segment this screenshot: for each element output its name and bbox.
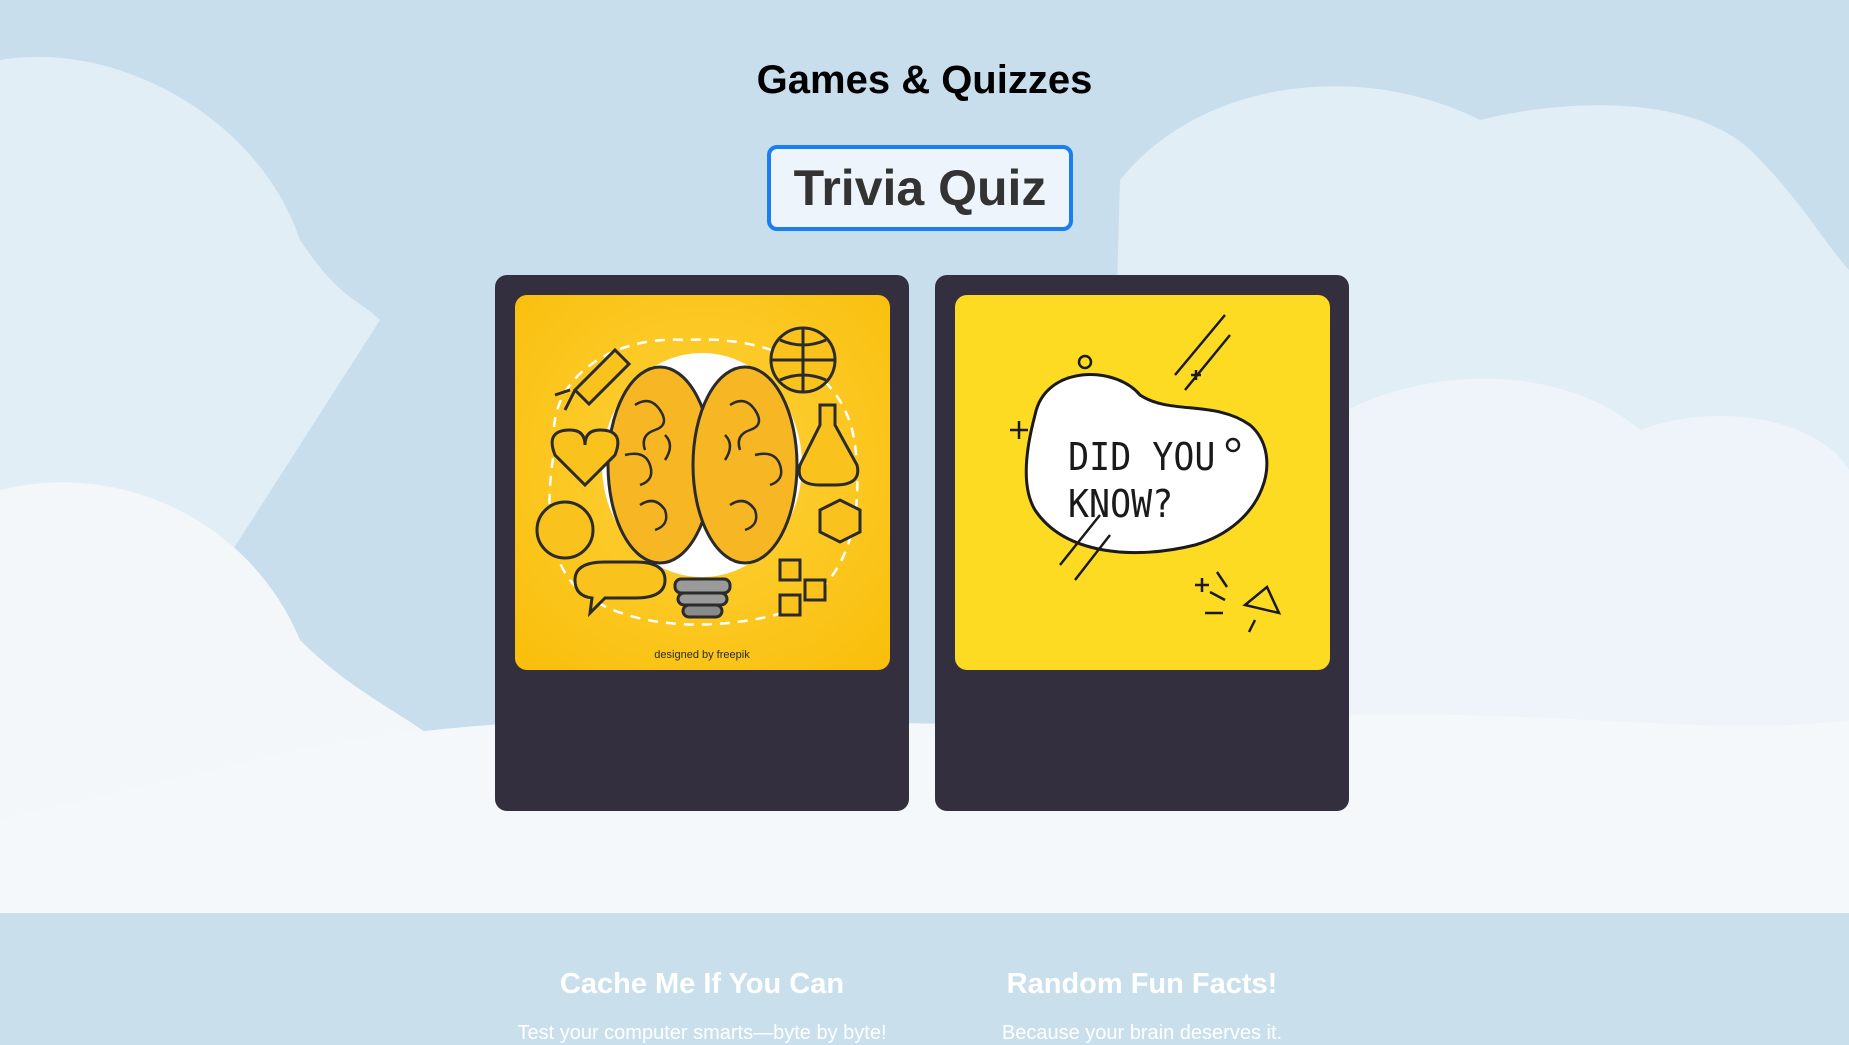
did-you-text-line2: KNOW?	[1068, 482, 1173, 527]
brain-lightbulb-image: designed by freepik	[515, 295, 890, 670]
quiz-card-fun-facts[interactable]: DID YOU KNOW? Random Fun Facts! Because …	[935, 275, 1349, 1044]
card-description: Because your brain deserves it.	[1001, 1022, 1283, 1044]
card-title: Random Fun Facts!	[1006, 968, 1278, 1000]
quiz-card-cache-me[interactable]: designed by freepik Cache Me If You Can …	[495, 275, 909, 1044]
card-title: Cache Me If You Can	[559, 968, 845, 1000]
page: Games & Quizzes Trivia Quiz designed by …	[0, 0, 1849, 1044]
page-title: Games & Quizzes	[756, 58, 1093, 102]
image-credit: designed by freepik	[654, 649, 750, 661]
did-you-know-image: DID YOU KNOW?	[955, 295, 1330, 670]
card-description: Test your computer smarts—byte by byte!	[517, 1022, 887, 1044]
tab-trivia-quiz[interactable]: Trivia Quiz	[767, 145, 1073, 231]
did-you-text-line1: DID YOU	[1068, 435, 1215, 480]
